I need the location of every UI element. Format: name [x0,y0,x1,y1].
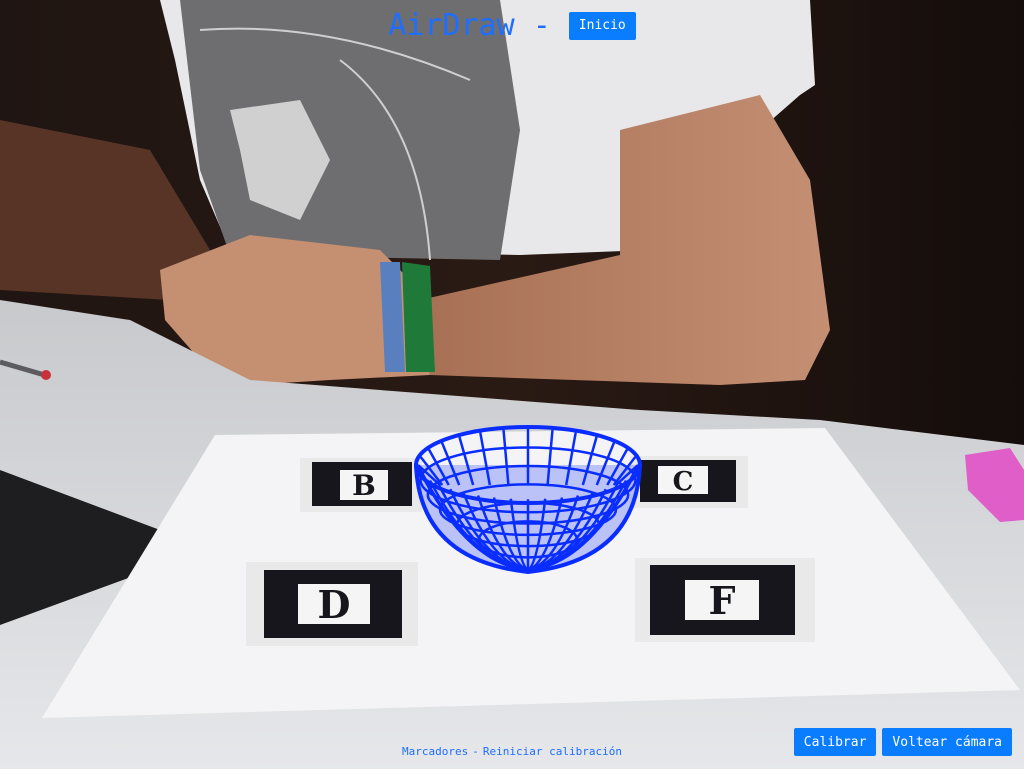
markers-link[interactable]: Marcadores [402,745,468,758]
title-row: AirDraw - Inicio [0,8,1024,43]
marker-label-f: F [709,578,736,623]
marker-label-b: B [352,469,376,502]
camera-feed: B C D F [0,0,1024,769]
action-bar: Calibrar Voltear cámara [793,728,1012,756]
home-button[interactable]: Inicio [568,11,636,40]
reset-calibration-link[interactable]: Reiniciar calibración [483,745,622,758]
calibrate-button[interactable]: Calibrar [793,728,877,756]
marker-label-d: D [318,582,351,627]
app-title: AirDraw - [388,8,551,43]
link-separator: - [472,745,479,758]
marker-label-c: C [673,467,694,497]
flip-camera-button[interactable]: Voltear cámara [882,728,1012,756]
